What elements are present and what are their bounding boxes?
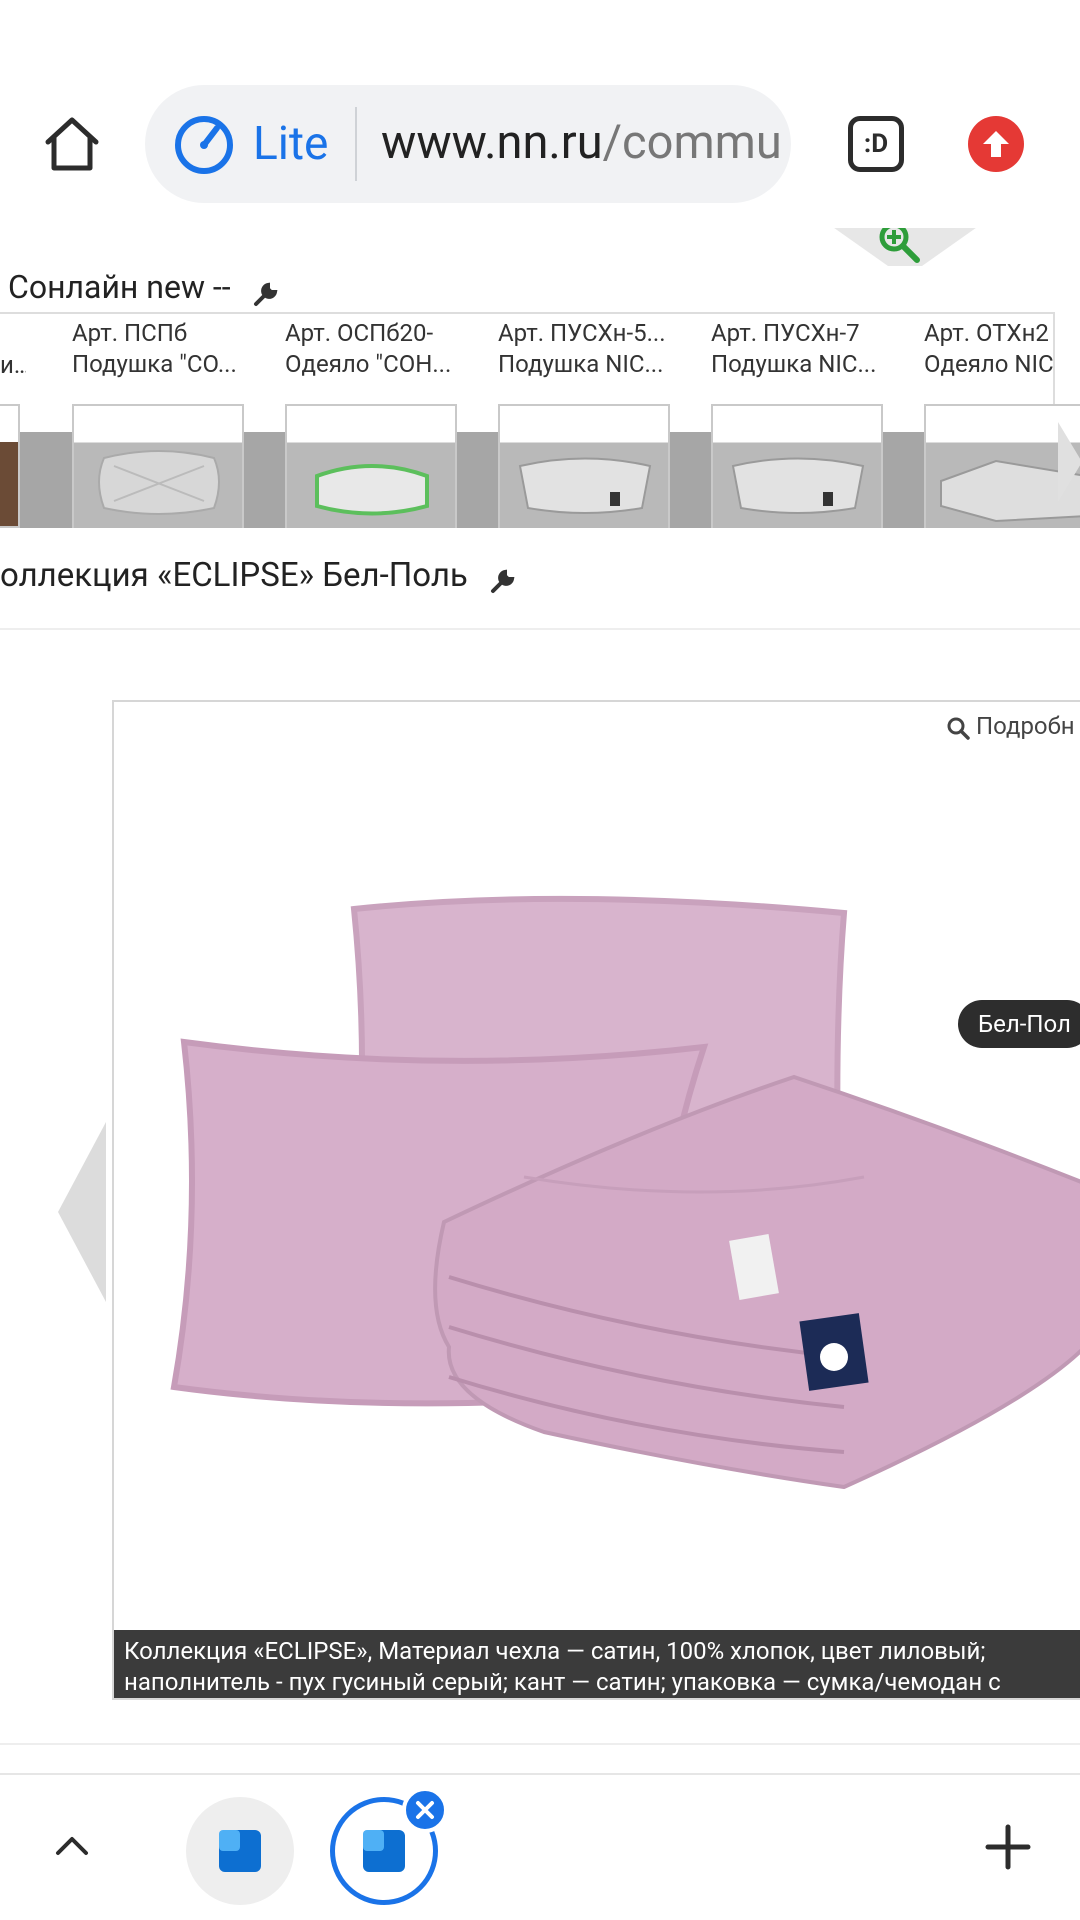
item-thumbnail[interactable]: [711, 404, 883, 528]
tab-switcher-label: :D: [863, 129, 889, 159]
zoom-in-icon[interactable]: [877, 228, 921, 264]
collection-title[interactable]: оллекция «ECLIPSE» Бел-Поль: [0, 556, 516, 595]
carousel-partial-thumb[interactable]: [0, 404, 20, 528]
browser-toolbar: Lite www.nn.ru/commu :D: [0, 0, 1080, 228]
collection-title-text: оллекция «ECLIPSE» Бел-Поль: [0, 556, 468, 595]
carousel-item[interactable]: Арт. ПСПб Подушка "СО...: [72, 318, 272, 528]
item-article: Арт. ОСПб20-: [285, 319, 434, 347]
section-title-text: Сонлайн new --: [8, 268, 231, 306]
web-page: Сонлайн new -- и... Арт. ПСПб Подушка "С…: [0, 228, 1080, 1773]
carousel-item[interactable]: Арт. ОСПб20- Одеяло "СОН...: [285, 318, 485, 528]
section-title[interactable]: Сонлайн new --: [8, 268, 279, 306]
address-bar[interactable]: Lite www.nn.ru/commu: [145, 85, 791, 203]
gallery-prev-arrow[interactable]: [58, 1122, 106, 1302]
wrench-icon[interactable]: [253, 277, 279, 306]
details-link[interactable]: Подробн: [946, 712, 1075, 740]
details-label: Подробн: [976, 712, 1075, 740]
item-thumbnail[interactable]: [285, 404, 457, 528]
item-thumbnail[interactable]: [924, 404, 1080, 528]
lite-mode-label: Lite: [253, 117, 329, 171]
close-icon[interactable]: [402, 1787, 448, 1833]
wrench-icon[interactable]: [490, 564, 516, 594]
item-thumbnail[interactable]: [498, 404, 670, 528]
item-thumbnail[interactable]: [72, 404, 244, 528]
url-domain: www.nn.ru: [381, 115, 603, 170]
carousel-item[interactable]: Арт. ПУСХн-5... Подушка NIC...: [498, 318, 698, 528]
divider: [0, 628, 1080, 630]
item-name: Подушка "СО...: [72, 350, 237, 378]
url-path: /commu: [602, 115, 782, 170]
carousel-partial-caption: и...: [0, 351, 26, 379]
carousel-item[interactable]: Арт. ПУСХн-7 Подушка NIC...: [711, 318, 911, 528]
tab-icon: [219, 1830, 261, 1872]
product-carousel: и... Арт. ПСПб Подушка "СО... Арт. ОСПб2…: [0, 312, 1080, 528]
tab-icon: [363, 1830, 405, 1872]
item-name: Одеяло NIC: [924, 350, 1054, 378]
upgrade-icon[interactable]: [968, 116, 1024, 172]
product-image[interactable]: [144, 877, 1080, 1617]
speedometer-icon: [173, 114, 235, 176]
plus-icon[interactable]: [984, 1823, 1032, 1871]
address-divider: [355, 107, 357, 181]
chevron-up-icon[interactable]: [52, 1825, 92, 1865]
home-icon[interactable]: [40, 112, 104, 176]
tab-thumbnail[interactable]: [186, 1797, 294, 1905]
item-name: Подушка NIC...: [711, 350, 877, 378]
tab-switcher-button[interactable]: :D: [848, 116, 904, 172]
divider: [0, 1743, 1080, 1745]
url-text[interactable]: www.nn.ru/commu: [381, 115, 782, 170]
item-name: Подушка NIC...: [498, 350, 664, 378]
item-name: Одеяло "СОН...: [285, 350, 452, 378]
item-article: Арт. ПСПб: [72, 319, 188, 347]
search-icon: [947, 717, 970, 740]
brand-tag[interactable]: Бел-Пол: [958, 1000, 1080, 1048]
carousel-item[interactable]: Арт. ОТХн2 Одеяло NIC: [924, 318, 1080, 528]
browser-bottom-bar: [0, 1773, 1080, 1920]
image-caption: Коллекция «ECLIPSE», Материал чехла — са…: [114, 1630, 1080, 1698]
product-gallery: Подробн Бел-Пол Коллекция «ECLIPSE», Мат…: [112, 700, 1080, 1700]
item-article: Арт. ОТХн2: [924, 319, 1049, 347]
item-article: Арт. ПУСХн-7: [711, 319, 860, 347]
item-article: Арт. ПУСХн-5...: [498, 319, 666, 347]
